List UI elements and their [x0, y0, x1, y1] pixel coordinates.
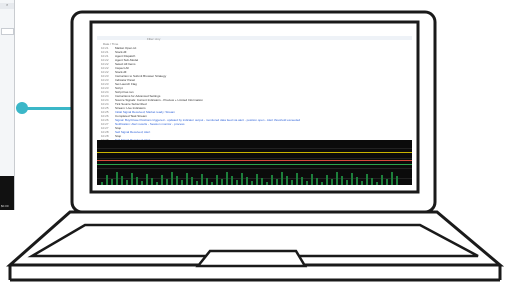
chart-volume-bar — [256, 174, 258, 185]
chart-volume-bar — [396, 176, 398, 185]
filter-dropdown[interactable]: Filter: Any — [147, 37, 160, 41]
chart-volume-bar — [261, 178, 263, 185]
chart-volume-bar — [231, 176, 233, 185]
chart-volume-bar — [266, 182, 268, 185]
chart-volume-bar — [371, 178, 373, 185]
chart-indicator-line — [97, 164, 412, 165]
chart-volume-bar — [346, 180, 348, 185]
chart-volume-bar — [306, 181, 308, 185]
chart-volume-bar — [136, 177, 138, 185]
chart-volume-bar — [181, 180, 183, 185]
chart-volume-bar — [106, 175, 108, 185]
chart-volume-bar — [101, 182, 103, 185]
chart-volume-bar — [236, 180, 238, 185]
chart-volume-bar — [116, 172, 118, 185]
chart-volume-bar — [381, 175, 383, 185]
chart-volume-bar — [281, 172, 283, 185]
chart-indicator-line — [97, 152, 412, 153]
chart-volume-bar — [251, 181, 253, 185]
toolbar — [97, 36, 412, 40]
chart-volume-bar — [291, 180, 293, 185]
chart-volume-bar — [141, 181, 143, 185]
chart-volume-bar — [331, 179, 333, 185]
chart-volume-bar — [186, 173, 188, 185]
chart-gridline — [97, 168, 412, 169]
chart-volume-bar — [131, 173, 133, 185]
chart-volume-bar — [246, 177, 248, 185]
chart-volume-bar — [286, 176, 288, 185]
chart-volume-bar — [276, 179, 278, 185]
chart-volume-bar — [211, 182, 213, 185]
laptop-trackpad — [195, 249, 308, 268]
chart-volume-bar — [161, 175, 163, 185]
chart-volume-bar — [336, 172, 338, 185]
chart-volume-bar — [196, 181, 198, 185]
chart-volume-bar — [341, 176, 343, 185]
chart-volume-bar — [146, 174, 148, 185]
chart-gridline — [97, 178, 412, 179]
chart-gridline — [97, 158, 412, 159]
chart-volume-bar — [321, 182, 323, 185]
chart-volume-bar — [361, 181, 363, 185]
chart-volume-bar — [216, 175, 218, 185]
chart-volume-bar — [126, 180, 128, 185]
chart-volume-bar — [316, 178, 318, 185]
chart-volume-bar — [171, 172, 173, 185]
chart-volume-bar — [121, 176, 123, 185]
chart-volume-bar — [156, 182, 158, 185]
chart-volume-bar — [191, 177, 193, 185]
chart-volume-bar — [176, 176, 178, 185]
chart-volume-bar — [356, 177, 358, 185]
chart-volume-bar — [166, 179, 168, 185]
chart-volume-bar — [226, 172, 228, 185]
chart-volume-bar — [111, 179, 113, 185]
chart-volume-bar — [296, 173, 298, 185]
chart-indicator-line — [97, 160, 412, 161]
chart-volume-bar — [386, 179, 388, 185]
chart-volume-bar — [151, 178, 153, 185]
chart-gridline — [97, 148, 412, 149]
chart-volume-bar — [221, 179, 223, 185]
chart-volume-bar — [366, 174, 368, 185]
chart-volume-bar — [201, 174, 203, 185]
chart-volume-bar — [301, 177, 303, 185]
chart-volume-bar — [311, 174, 313, 185]
list-item-text: Notification: Alert results - Session mo… — [115, 122, 185, 126]
chart-volume-bar — [351, 173, 353, 185]
chart-volume-bar — [241, 173, 243, 185]
chart-volume-bar — [271, 175, 273, 185]
price-chart — [97, 140, 412, 185]
chart-volume-bar — [391, 172, 393, 185]
laptop-screen: Filter: Any Date / Time 10:21 Market Open… — [97, 27, 412, 185]
chart-volume-bar — [326, 175, 328, 185]
chart-volume-bar — [376, 182, 378, 185]
chart-volume-bar — [206, 178, 208, 185]
